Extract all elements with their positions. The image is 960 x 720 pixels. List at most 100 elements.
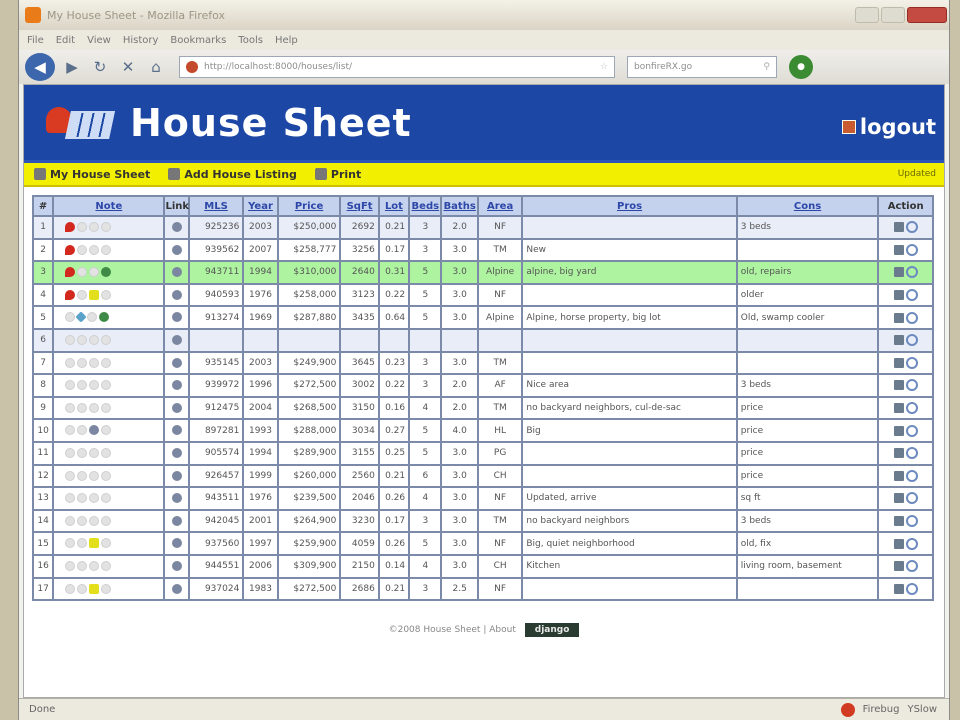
flag-icon[interactable] <box>77 493 88 504</box>
column-header-beds[interactable]: Beds <box>408 195 443 217</box>
flag-icon[interactable] <box>89 335 100 346</box>
edit-icon[interactable] <box>893 470 904 481</box>
heart-icon[interactable] <box>65 222 76 233</box>
delete-icon[interactable] <box>905 289 918 302</box>
print-link[interactable]: Print <box>314 168 361 181</box>
column-header-sqft[interactable]: SqFt <box>339 195 380 217</box>
edit-icon[interactable] <box>893 267 904 278</box>
column-header-area[interactable]: Area <box>476 195 524 217</box>
edit-icon[interactable] <box>893 516 904 527</box>
flag-icon[interactable] <box>77 560 88 571</box>
flag-icon[interactable] <box>65 515 76 526</box>
flag-icon[interactable] <box>77 515 88 526</box>
flag-icon[interactable] <box>77 267 88 278</box>
listing-link-icon[interactable] <box>171 244 182 255</box>
note-icon[interactable] <box>89 538 100 549</box>
edit-icon[interactable] <box>893 290 904 301</box>
flag-icon[interactable] <box>65 402 76 413</box>
flag-icon[interactable] <box>77 222 88 233</box>
delete-icon[interactable] <box>905 515 918 528</box>
firebug-label[interactable]: Firebug <box>863 704 900 715</box>
star-icon[interactable] <box>75 311 87 324</box>
bookmark-star-icon[interactable]: ☆ <box>600 62 608 72</box>
flag-icon[interactable] <box>77 357 88 368</box>
flag-icon[interactable] <box>65 470 76 481</box>
delete-icon[interactable] <box>905 424 918 437</box>
menu-help[interactable]: Help <box>275 35 298 46</box>
menu-file[interactable]: File <box>27 35 44 46</box>
listing-link-icon[interactable] <box>171 470 182 481</box>
flag-icon[interactable] <box>77 402 88 413</box>
edit-icon[interactable] <box>893 538 904 549</box>
url-bar[interactable]: http://localhost:8000/houses/list/ ☆ <box>179 56 615 78</box>
flag-icon[interactable] <box>89 493 100 504</box>
flag-icon[interactable] <box>101 402 112 413</box>
column-header-baths[interactable]: Baths <box>440 195 479 217</box>
listing-link-icon[interactable] <box>171 538 182 549</box>
flag-icon[interactable] <box>77 447 88 458</box>
firebug-icon[interactable] <box>840 702 855 717</box>
flag-icon[interactable] <box>65 380 76 391</box>
flag-icon[interactable] <box>101 583 112 594</box>
flag-icon[interactable] <box>65 312 76 323</box>
edit-icon[interactable] <box>893 561 904 572</box>
flag-icon[interactable] <box>77 538 88 549</box>
listing-link-icon[interactable] <box>171 335 182 346</box>
home-icon[interactable]: ⌂ <box>145 56 167 78</box>
delete-icon[interactable] <box>905 582 918 595</box>
delete-icon[interactable] <box>905 221 918 234</box>
note-icon[interactable] <box>89 583 100 594</box>
delete-icon[interactable] <box>905 402 918 415</box>
listing-link-icon[interactable] <box>171 515 182 526</box>
add-house-listing-link[interactable]: Add House Listing <box>168 168 297 181</box>
back-icon[interactable]: ◀ <box>25 53 55 81</box>
flag-icon[interactable] <box>77 470 88 481</box>
listing-link-icon[interactable] <box>171 493 182 504</box>
flag-icon[interactable] <box>65 447 76 458</box>
flag-icon[interactable] <box>77 380 88 391</box>
delete-icon[interactable] <box>905 537 918 550</box>
flag-icon[interactable] <box>101 538 112 549</box>
column-header-year[interactable]: Year <box>242 195 279 217</box>
globe-icon[interactable] <box>99 312 110 323</box>
flag-icon[interactable] <box>65 583 76 594</box>
flag-icon[interactable] <box>89 267 100 278</box>
column-header-note[interactable]: Note <box>52 195 166 217</box>
edit-icon[interactable] <box>893 380 904 391</box>
flag-icon[interactable] <box>101 289 112 300</box>
delete-icon[interactable] <box>905 311 918 324</box>
logout-link[interactable]: logout <box>841 115 936 139</box>
listing-link-icon[interactable] <box>171 560 182 571</box>
heart-icon[interactable] <box>65 244 76 255</box>
flag-icon[interactable] <box>89 515 100 526</box>
listing-link-icon[interactable] <box>171 447 182 458</box>
menu-bookmarks[interactable]: Bookmarks <box>170 35 226 46</box>
listing-link-icon[interactable] <box>171 402 182 413</box>
menu-edit[interactable]: Edit <box>56 35 75 46</box>
flag-icon[interactable] <box>101 335 112 346</box>
flag-icon[interactable] <box>77 244 88 255</box>
delete-icon[interactable] <box>905 266 918 279</box>
flag-icon[interactable] <box>101 425 112 436</box>
flag-icon[interactable] <box>89 402 100 413</box>
column-header-cons[interactable]: Cons <box>735 195 880 217</box>
delete-icon[interactable] <box>905 560 918 573</box>
flag-icon[interactable] <box>77 425 88 436</box>
edit-icon[interactable] <box>893 312 904 323</box>
edit-icon[interactable] <box>893 222 904 233</box>
maximize-button[interactable] <box>881 7 905 23</box>
flag-icon[interactable] <box>89 222 100 233</box>
flag-icon[interactable] <box>101 560 112 571</box>
listing-link-icon[interactable] <box>171 289 182 300</box>
link-icon[interactable] <box>89 425 100 436</box>
flag-icon[interactable] <box>101 447 112 458</box>
column-header-pros[interactable]: Pros <box>521 195 738 217</box>
heart-icon[interactable] <box>65 289 76 300</box>
edit-icon[interactable] <box>893 244 904 255</box>
flag-icon[interactable] <box>101 244 112 255</box>
flag-icon[interactable] <box>87 312 98 323</box>
delete-icon[interactable] <box>905 243 918 256</box>
edit-icon[interactable] <box>893 403 904 414</box>
stop-icon[interactable]: ✕ <box>117 56 139 78</box>
flag-icon[interactable] <box>65 538 76 549</box>
